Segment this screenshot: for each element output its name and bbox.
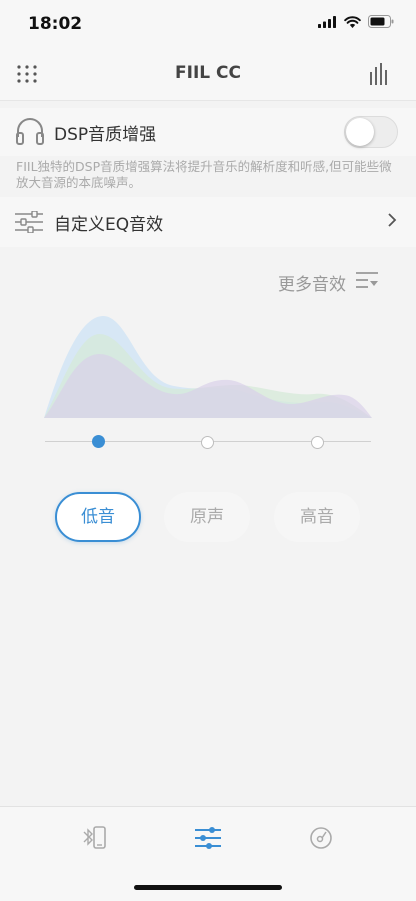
chevron-right-icon [388,213,397,227]
custom-eq-row[interactable]: 自定义EQ音效 [0,197,416,247]
eq-curve-chart [44,315,372,418]
tab-equalizer[interactable] [193,823,223,853]
page-title: FIIL CC [175,63,241,83]
dsp-description: FIIL独特的DSP音质增强算法将提升音乐的解析度和听感,但可能些微放大音源的本… [16,159,392,190]
home-indicator [134,885,282,890]
preset-dot-acoustic[interactable] [201,436,214,449]
battery-icon [368,15,394,28]
equalizer-bars-icon[interactable] [370,63,388,85]
cellular-signal-icon [318,15,336,28]
headphones-icon [16,118,44,145]
status-bar: 18:02 [0,0,416,48]
toggle-knob [346,118,374,146]
custom-eq-label: 自定义EQ音效 [54,215,164,235]
dsp-row: DSP音质增强 [0,108,416,156]
equalizer-sliders-icon [195,827,221,849]
bluetooth-device-icon [83,826,106,849]
eq-sliders-icon [15,211,43,233]
tab-device[interactable] [80,823,110,853]
wifi-icon [344,15,361,28]
preset-dot-treble[interactable] [311,436,324,449]
preset-button-treble[interactable]: 高音 [274,492,360,542]
more-effects-link[interactable]: 更多音效 [278,270,346,295]
list-dropdown-icon[interactable] [356,271,378,291]
preset-button-bass[interactable]: 低音 [55,492,141,542]
dsp-label: DSP音质增强 [54,125,157,145]
status-time: 18:02 [28,14,83,34]
status-icons [318,15,394,28]
preset-dot-bass[interactable] [92,435,105,448]
preset-button-acoustic[interactable]: 原声 [164,492,250,542]
navigation-bar: FIIL CC [0,48,416,101]
eq-curve-treble [44,354,372,418]
dsp-toggle[interactable] [344,116,398,148]
music-disc-icon [310,827,332,849]
tab-music[interactable] [306,823,336,853]
